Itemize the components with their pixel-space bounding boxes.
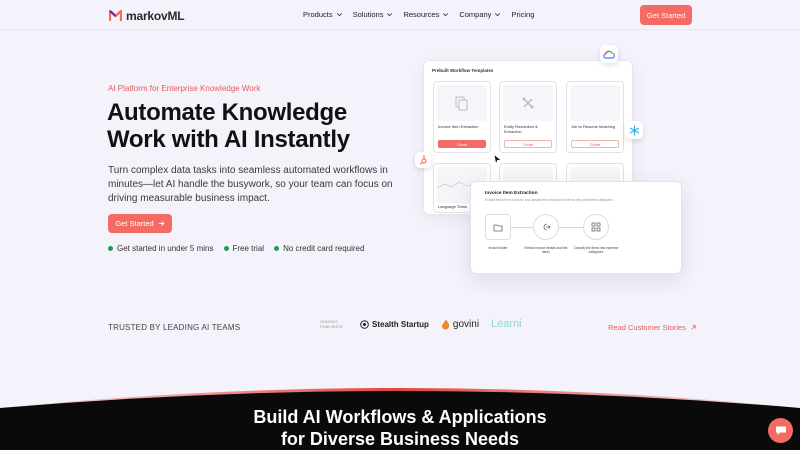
extraction-icon bbox=[522, 97, 534, 109]
documents-icon bbox=[455, 96, 468, 111]
chevron-down-icon bbox=[495, 13, 501, 17]
workflow-node-classify[interactable] bbox=[583, 214, 609, 240]
logo-govini: govini bbox=[441, 319, 479, 330]
hero-eyebrow: AI Platform for Enterprise Knowledge Wor… bbox=[108, 84, 261, 93]
clone-button[interactable]: Clone bbox=[438, 140, 486, 148]
logo-leading-publisher: LEADING PUBLISHER bbox=[320, 319, 343, 329]
workflow-connector bbox=[511, 227, 533, 228]
chat-bubble-icon bbox=[775, 426, 786, 435]
nav-item-company[interactable]: Company bbox=[459, 10, 501, 19]
workflow-title: Invoice Item Extraction bbox=[485, 191, 538, 196]
nav-item-label: Company bbox=[459, 10, 492, 19]
benefit-text: Free trial bbox=[232, 244, 265, 253]
logo-text: govini bbox=[452, 318, 480, 330]
nav-item-solutions[interactable]: Solutions bbox=[353, 10, 394, 19]
green-dot-icon bbox=[223, 246, 229, 251]
node-label: Extract invoice details and line items bbox=[524, 246, 568, 254]
nav-item-label: Products bbox=[303, 10, 333, 19]
chevron-down-icon bbox=[336, 13, 342, 17]
workflow-connector bbox=[559, 227, 583, 228]
chevron-down-icon bbox=[443, 13, 449, 17]
hero-get-started-button[interactable]: Get Started bbox=[108, 214, 172, 233]
markov-logo-icon bbox=[109, 10, 122, 21]
logo-stealth-startup: Stealth Startup bbox=[360, 320, 429, 329]
template-label: Invoice Item Extraction bbox=[438, 124, 479, 129]
template-thumbnail bbox=[570, 85, 620, 121]
chat-widget-button[interactable] bbox=[768, 418, 793, 443]
brand-name: markovML bbox=[126, 9, 185, 23]
hero-headline: Automate Knowledge Work with AI Instantl… bbox=[107, 99, 350, 153]
hubspot-icon bbox=[415, 152, 431, 168]
arrow-up-right-icon bbox=[691, 325, 696, 330]
nav-item-label: Solutions bbox=[352, 10, 384, 19]
nav-item-products[interactable]: Products bbox=[303, 10, 343, 19]
workflow-description: Extract items from invoices, and classif… bbox=[485, 198, 613, 202]
template-thumbnail bbox=[437, 85, 487, 121]
nav-item-resources[interactable]: Resources bbox=[403, 10, 449, 19]
template-card[interactable]: Invoice Item Extraction Clone bbox=[433, 81, 491, 153]
chevron-down-icon bbox=[387, 13, 393, 17]
customer-logos: LEADING PUBLISHER Stealth Startup govini… bbox=[320, 318, 522, 330]
benefit-item: No credit card required bbox=[274, 244, 364, 253]
hero-benefits: Get started in under 5 mins Free trial N… bbox=[108, 244, 364, 253]
clone-button[interactable]: Clone bbox=[571, 140, 619, 148]
nav-item-label: Resources bbox=[403, 10, 440, 19]
cta-label: Get Started bbox=[115, 219, 154, 228]
snowflake-icon bbox=[625, 121, 643, 139]
nav-get-started-button[interactable]: Get Started bbox=[640, 5, 692, 25]
benefit-text: Get started in under 5 mins bbox=[117, 244, 214, 253]
node-label: Invoice folder bbox=[488, 246, 508, 250]
green-dot-icon bbox=[108, 246, 113, 251]
workflow-node-folder[interactable] bbox=[485, 214, 511, 240]
logo-learning: Learni bbox=[491, 318, 522, 330]
google-cloud-icon bbox=[600, 45, 618, 63]
green-dot-icon bbox=[274, 246, 280, 251]
section-title-line: Build AI Workflows & Applications bbox=[253, 407, 547, 427]
benefit-item: Free trial bbox=[223, 244, 265, 253]
logo-text: Stealth Startup bbox=[372, 319, 429, 329]
nav-item-label: Pricing bbox=[511, 10, 535, 19]
folder-icon bbox=[493, 224, 503, 231]
trusted-label: TRUSTED BY LEADING AI TEAMS bbox=[108, 323, 241, 332]
template-label: Job to Resume Matching bbox=[571, 124, 616, 129]
nav-item-pricing[interactable]: Pricing bbox=[511, 10, 534, 19]
extract-icon bbox=[543, 223, 551, 231]
read-customer-stories-link[interactable]: Read Customer Stories bbox=[608, 323, 697, 332]
classify-icon bbox=[591, 222, 601, 232]
hero-subheadline: Turn complex data tasks into seamless au… bbox=[108, 165, 393, 204]
brand-logo[interactable]: markovML bbox=[109, 9, 185, 23]
workflow-node-extract[interactable] bbox=[533, 214, 559, 240]
mouse-cursor-icon bbox=[493, 154, 502, 165]
stealth-logo-icon bbox=[360, 319, 369, 329]
template-card[interactable]: Entity Resolution & Extraction Clone bbox=[499, 81, 557, 153]
clone-button[interactable]: Clone bbox=[504, 140, 552, 148]
section-title: Build AI Workflows & Applications for Di… bbox=[0, 406, 800, 450]
top-nav: markovML Products Solutions Resources Co… bbox=[0, 0, 800, 30]
arrow-right-icon bbox=[158, 221, 165, 226]
main-menu: Products Solutions Resources Company Pri… bbox=[303, 10, 534, 19]
workflow-detail-card[interactable]: Invoice Item Extraction Extract items fr… bbox=[470, 181, 682, 274]
template-card[interactable]: Job to Resume Matching Clone bbox=[566, 81, 624, 153]
link-text: Read Customer Stories bbox=[608, 323, 686, 332]
section-title-line: for Diverse Business Needs bbox=[280, 429, 520, 449]
node-label: Classify line items into expense categor… bbox=[573, 246, 619, 254]
flame-icon bbox=[441, 319, 450, 329]
benefit-text: No credit card required bbox=[283, 244, 365, 253]
benefit-item: Get started in under 5 mins bbox=[108, 244, 214, 253]
templates-panel-title: Prebuilt Workflow Templates bbox=[432, 68, 494, 73]
template-thumbnail bbox=[503, 85, 553, 121]
template-label: Entity Resolution & Extraction bbox=[504, 124, 538, 134]
